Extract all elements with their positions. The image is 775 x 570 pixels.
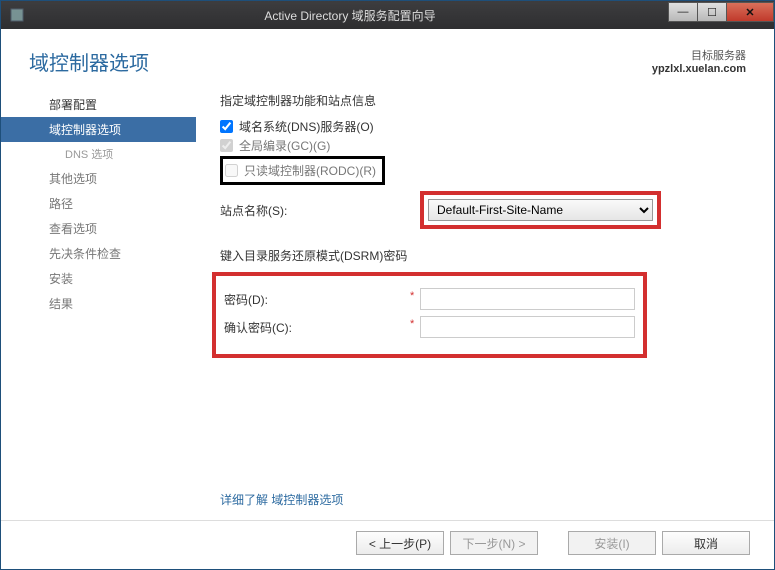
site-row: 站点名称(S): Default-First-Site-Name — [220, 191, 744, 229]
sidebar-item-install[interactable]: 安装 — [1, 266, 196, 291]
site-select-highlight: Default-First-Site-Name — [420, 191, 661, 229]
gc-checkbox-label: 全局编录(GC)(G) — [239, 137, 330, 154]
footer: < 上一步(P) 下一步(N) > 安装(I) 取消 — [1, 520, 774, 569]
sidebar-item-deployment[interactable]: 部署配置 — [1, 92, 196, 117]
main-area: 部署配置 域控制器选项 DNS 选项 其他选项 路径 查看选项 先决条件检查 安… — [1, 88, 774, 520]
rodc-checkbox — [225, 164, 238, 177]
sidebar-item-review[interactable]: 查看选项 — [1, 216, 196, 241]
confirm-input[interactable] — [420, 316, 635, 338]
confirm-row: 确认密码(C): * — [224, 316, 635, 338]
maximize-button[interactable]: ☐ — [697, 2, 727, 22]
header-area: 域控制器选项 目标服务器 ypzlxl.xuelan.com — [1, 29, 774, 88]
dns-checkbox-label: 域名系统(DNS)服务器(O) — [239, 118, 374, 135]
close-button[interactable]: ✕ — [726, 2, 774, 22]
password-highlight-box: 密码(D): * 确认密码(C): * — [212, 272, 647, 358]
target-server-info: 目标服务器 ypzlxl.xuelan.com — [652, 47, 746, 75]
gc-checkbox — [220, 139, 233, 152]
password-label: 密码(D): — [224, 291, 420, 308]
required-asterisk-icon: * — [410, 290, 414, 302]
minimize-button[interactable]: — — [668, 2, 698, 22]
app-icon — [9, 7, 25, 23]
password-input[interactable] — [420, 288, 635, 310]
sidebar-item-other[interactable]: 其他选项 — [1, 166, 196, 191]
password-row: 密码(D): * — [224, 288, 635, 310]
cancel-button[interactable]: 取消 — [662, 531, 750, 555]
gc-checkbox-row: 全局编录(GC)(G) — [220, 136, 744, 155]
content-area: 域控制器选项 目标服务器 ypzlxl.xuelan.com 部署配置 域控制器… — [1, 29, 774, 569]
page-title: 域控制器选项 — [29, 47, 149, 76]
rodc-checkbox-label: 只读域控制器(RODC)(R) — [244, 162, 376, 179]
site-select[interactable]: Default-First-Site-Name — [428, 199, 653, 221]
window-title: Active Directory 域服务配置向导 — [31, 7, 669, 24]
target-server-label: 目标服务器 — [652, 47, 746, 63]
dns-checkbox-row[interactable]: 域名系统(DNS)服务器(O) — [220, 117, 744, 136]
target-server-value: ypzlxl.xuelan.com — [652, 63, 746, 75]
sidebar-item-results[interactable]: 结果 — [1, 291, 196, 316]
confirm-label: 确认密码(C): — [224, 319, 420, 336]
titlebar: Active Directory 域服务配置向导 — ☐ ✕ — [1, 1, 774, 29]
sidebar-item-prereq[interactable]: 先决条件检查 — [1, 241, 196, 266]
next-button: 下一步(N) > — [450, 531, 538, 555]
section-capabilities-label: 指定域控制器功能和站点信息 — [220, 92, 744, 109]
sidebar-item-dc-options[interactable]: 域控制器选项 — [1, 117, 196, 142]
more-info-link[interactable]: 域控制器选项 — [271, 493, 343, 507]
password-section: 键入目录服务还原模式(DSRM)密码 密码(D): * 确认密码(C): — [220, 247, 744, 358]
rodc-checkbox-row: 只读域控制器(RODC)(R) — [225, 161, 376, 180]
site-label: 站点名称(S): — [220, 202, 420, 219]
rodc-highlight-box: 只读域控制器(RODC)(R) — [220, 156, 385, 185]
more-info-prefix: 详细了解 — [220, 493, 271, 507]
sidebar: 部署配置 域控制器选项 DNS 选项 其他选项 路径 查看选项 先决条件检查 安… — [1, 88, 196, 520]
dns-checkbox[interactable] — [220, 120, 233, 133]
wizard-window: Active Directory 域服务配置向导 — ☐ ✕ 域控制器选项 目标… — [0, 0, 775, 570]
sidebar-item-paths[interactable]: 路径 — [1, 191, 196, 216]
required-asterisk-icon: * — [410, 318, 414, 330]
install-button: 安装(I) — [568, 531, 656, 555]
more-info-area: 详细了解 域控制器选项 — [220, 491, 343, 508]
section-dsrm-label: 键入目录服务还原模式(DSRM)密码 — [220, 247, 744, 264]
window-controls: — ☐ ✕ — [669, 2, 774, 24]
form-panel: 指定域控制器功能和站点信息 域名系统(DNS)服务器(O) 全局编录(GC)(G… — [196, 88, 774, 520]
sidebar-item-dns-options[interactable]: DNS 选项 — [1, 142, 196, 166]
prev-button[interactable]: < 上一步(P) — [356, 531, 444, 555]
